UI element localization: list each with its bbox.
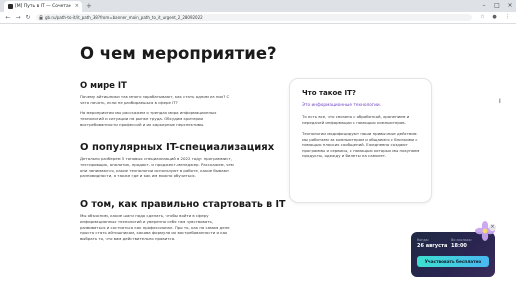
maximize-button[interactable]: □ xyxy=(491,0,503,12)
address-bar[interactable]: gb.ru/path-to-it/it_path_38?from=banner_… xyxy=(36,14,472,21)
participate-button[interactable]: Участвовать бесплатно xyxy=(417,256,489,267)
lock-icon xyxy=(39,14,43,20)
section-paragraph: Мы объясним, какие шаги надо сделать, чт… xyxy=(80,213,230,242)
page-title: О чем мероприятие? xyxy=(80,44,277,63)
tab-close-icon[interactable]: × xyxy=(75,1,79,12)
section-paragraph: Почему айтишники так много зарабатывают,… xyxy=(80,94,230,105)
text-cursor-icon: I xyxy=(499,98,501,105)
new-tab-button[interactable]: + xyxy=(86,1,92,11)
promo-time-label: Во сколько: xyxy=(451,238,472,242)
minimize-button[interactable]: – xyxy=(478,0,490,12)
browser-tab[interactable]: [M] Путь в IT — Сочетание... × xyxy=(4,1,82,12)
promo-date-label: Когда: xyxy=(417,238,429,242)
section-heading-start: О том, как правильно стартовать в IT xyxy=(80,199,286,210)
lock-icon-svg xyxy=(39,14,43,20)
promo-date-value: 26 августа xyxy=(417,243,448,249)
profile-icon[interactable]: ● xyxy=(490,12,499,23)
promo-close-button[interactable]: × xyxy=(489,224,496,231)
card-paragraph: Технологии модифицируют наши привычные д… xyxy=(302,131,420,159)
favicon-icon xyxy=(8,4,13,9)
star-icon[interactable]: ☆ xyxy=(478,12,487,23)
menu-icon[interactable]: ⋮ xyxy=(503,12,512,23)
url-text: gb.ru/path-to-it/it_path_38?from=banner_… xyxy=(45,15,203,20)
section-heading-specializations: О популярных IT-специализациях xyxy=(80,142,275,153)
close-window-button[interactable]: × xyxy=(504,0,516,12)
card-title: Что такое IT? xyxy=(302,89,356,97)
reload-button[interactable]: ↻ xyxy=(24,12,32,23)
forward-button[interactable]: → xyxy=(14,12,22,23)
card-accent-text: Это информационные технологии. xyxy=(302,103,382,108)
section-paragraph: Детально разберем 5 топовых специализаци… xyxy=(80,156,234,179)
tab-title: [M] Путь в IT — Сочетание... xyxy=(15,4,71,9)
section-paragraph: На мероприятии мы расскажем о трендах ми… xyxy=(80,110,217,127)
promo-time-value: 18:00 xyxy=(451,243,467,249)
section-heading-world: О мире IT xyxy=(80,81,127,91)
card-paragraph: То есть все, что связано с обработкой, х… xyxy=(302,114,410,125)
back-button[interactable]: ← xyxy=(4,12,12,23)
